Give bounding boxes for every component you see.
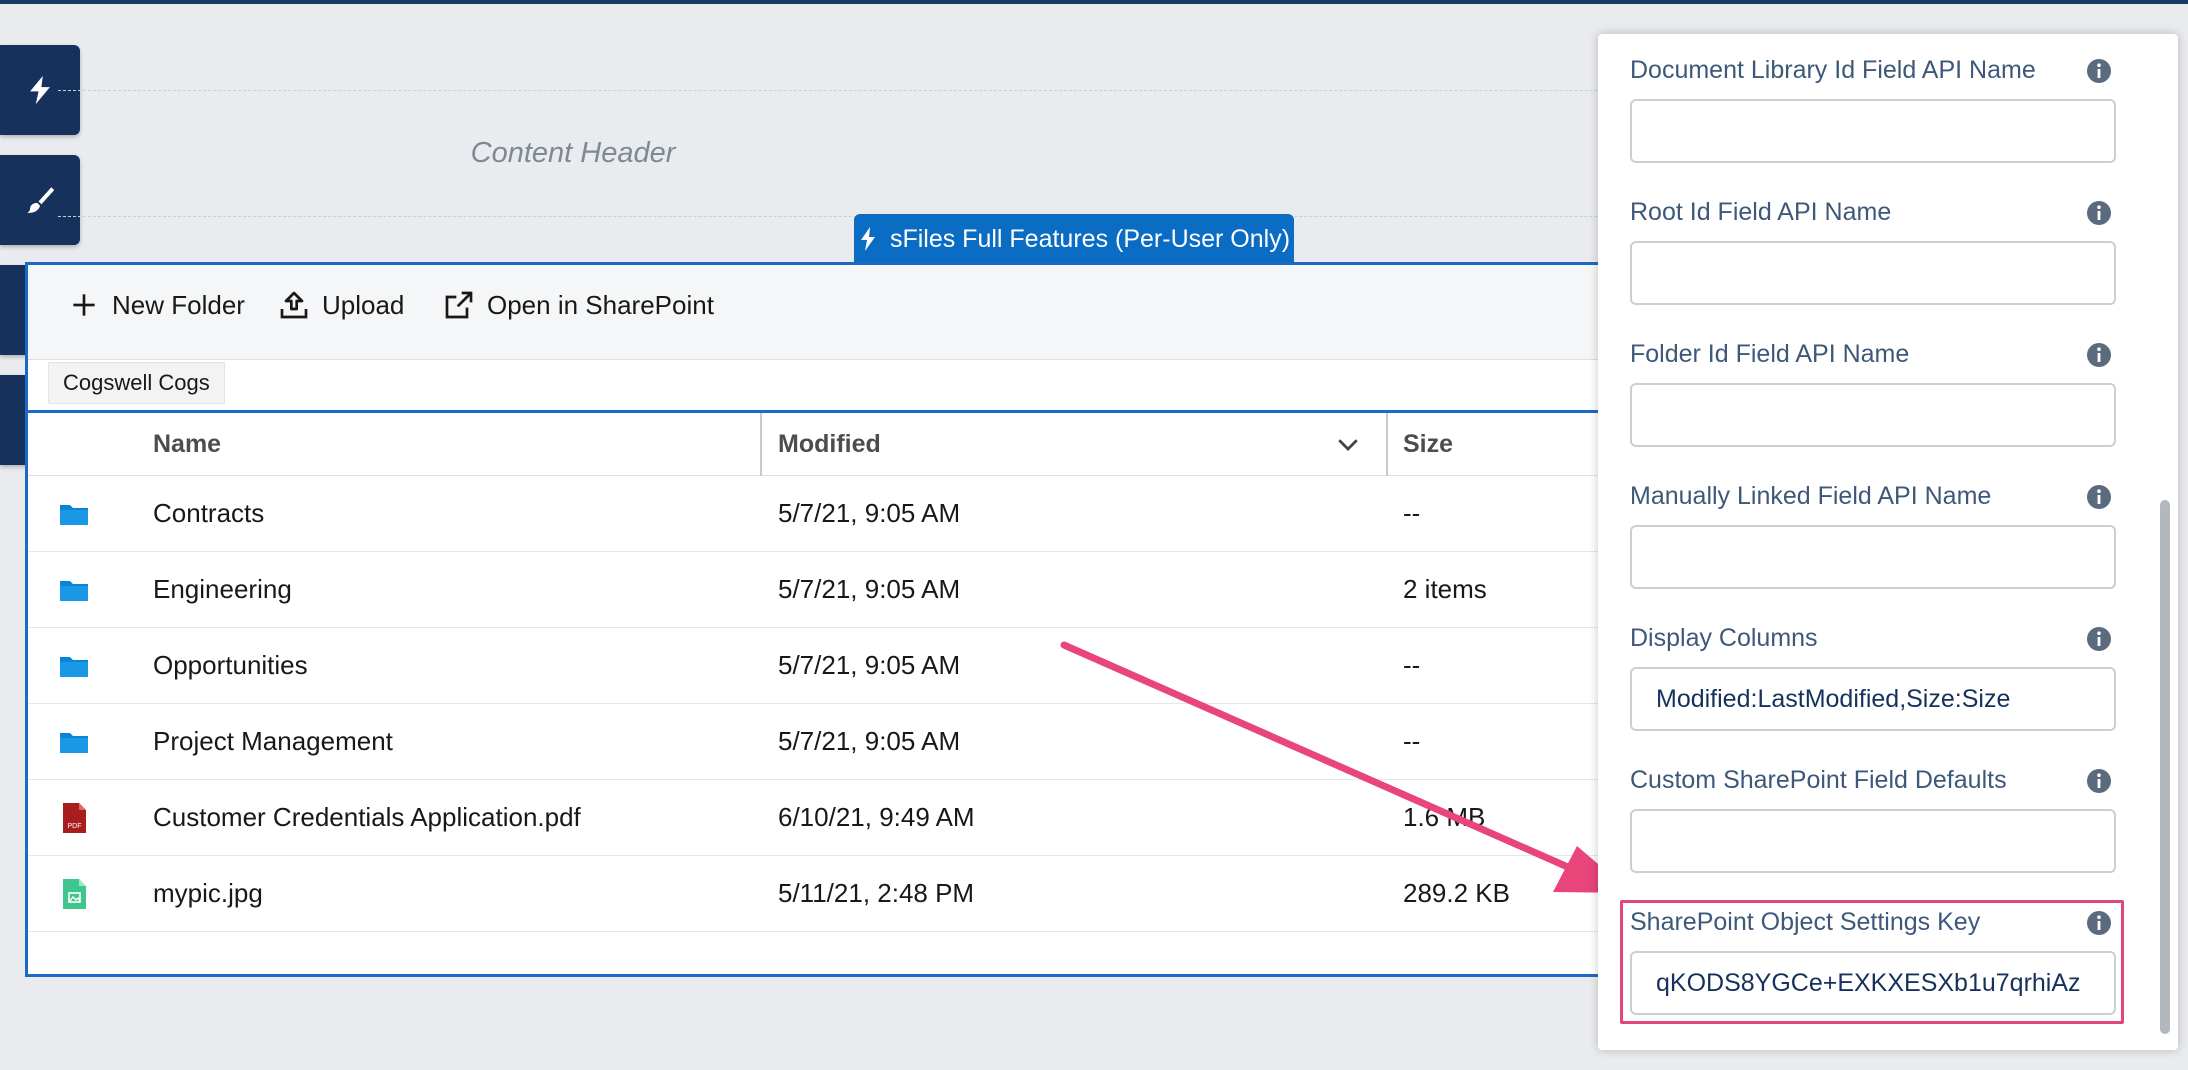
cell-modified: 5/7/21, 9:05 AM (778, 650, 961, 680)
folder-icon (60, 657, 88, 677)
info-icon[interactable] (2086, 768, 2112, 794)
lightning-icon (860, 227, 875, 251)
cell-name[interactable]: Customer Credentials Application.pdf (153, 780, 581, 855)
column-header-modified[interactable]: Modified (778, 413, 881, 476)
cell-name[interactable]: Opportunities (153, 628, 308, 703)
new-folder-label: New Folder (112, 289, 245, 320)
upload-button[interactable]: Upload (278, 289, 404, 321)
info-icon[interactable] (2086, 626, 2112, 652)
settings-panel: Document Library Id Field API Name Root I… (1598, 34, 2178, 1050)
field-label: Root Id Field API Name (1630, 198, 1892, 226)
table-row[interactable]: PDF Customer Credentials Application.pdf 6… (28, 780, 1722, 856)
brush-icon (27, 187, 55, 213)
column-header-size[interactable]: Size (1403, 413, 1453, 476)
table-header: Name Modified Size (28, 410, 1722, 476)
field-label: Display Columns (1630, 624, 1818, 652)
folder-icon (60, 733, 88, 753)
feature-tab[interactable]: sFiles Full Features (Per-User Only) (854, 214, 1294, 264)
table-row[interactable]: Contracts 5/7/21, 9:05 AM -- (28, 476, 1722, 552)
folder-icon (60, 581, 88, 601)
top-border (0, 0, 2188, 4)
cell-name[interactable]: Engineering (153, 552, 292, 627)
scrollbar-thumb[interactable] (2160, 500, 2170, 1034)
breadcrumb[interactable]: Cogswell Cogs (48, 362, 225, 404)
cell-size: -- (1403, 498, 1421, 528)
field-label: Custom SharePoint Field Defaults (1630, 766, 2007, 794)
pdf-badge-text: PDF (68, 823, 82, 830)
column-divider[interactable] (760, 413, 762, 476)
field-input[interactable] (1630, 525, 2116, 589)
field-input[interactable] (1630, 99, 2116, 163)
feature-tab-label: sFiles Full Features (Per-User Only) (889, 224, 1291, 253)
external-link-icon (445, 291, 473, 319)
upload-icon (280, 291, 308, 319)
cell-name[interactable]: Contracts (153, 476, 264, 551)
image-file-icon (63, 879, 86, 909)
upload-label: Upload (322, 289, 405, 320)
chevron-down-icon[interactable] (1333, 429, 1363, 459)
cell-size: -- (1403, 650, 1421, 680)
info-icon[interactable] (2086, 200, 2112, 226)
table-row[interactable]: Engineering 5/7/21, 9:05 AM 2 items (28, 552, 1722, 628)
open-in-sharepoint-label: Open in SharePoint (487, 289, 714, 320)
pdf-file-icon: PDF (63, 803, 86, 833)
column-header-name[interactable]: Name (153, 413, 221, 476)
field-label: Manually Linked Field API Name (1630, 482, 1992, 510)
new-folder-button[interactable]: New Folder (68, 289, 245, 321)
field-input[interactable] (1630, 383, 2116, 447)
content-header-label: Content Header (470, 137, 676, 169)
cell-modified: 6/10/21, 9:49 AM (778, 802, 975, 832)
info-icon[interactable] (2086, 484, 2112, 510)
table-row[interactable]: Opportunities 5/7/21, 9:05 AM -- (28, 628, 1722, 704)
folder-icon (60, 505, 88, 525)
info-icon[interactable] (2086, 58, 2112, 84)
cell-modified: 5/7/21, 9:05 AM (778, 574, 961, 604)
cell-modified: 5/7/21, 9:05 AM (778, 726, 961, 756)
cell-modified: 5/7/21, 9:05 AM (778, 498, 961, 528)
cell-name[interactable]: mypic.jpg (153, 856, 263, 931)
cell-size: 289.2 KB (1403, 878, 1510, 908)
toolbar: New Folder Upload Open in SharePoint (28, 265, 1722, 360)
info-icon[interactable] (2086, 342, 2112, 368)
column-divider[interactable] (1386, 413, 1388, 476)
cell-modified: 5/11/21, 2:48 PM (778, 878, 975, 908)
plus-icon (73, 294, 95, 316)
open-in-sharepoint-button[interactable]: Open in SharePoint (443, 289, 714, 321)
field-input[interactable] (1630, 241, 2116, 305)
cell-name[interactable]: Project Management (153, 704, 393, 779)
highlight-box (1620, 900, 2124, 1024)
file-browser-panel: New Folder Upload Open in SharePoint Cog… (25, 262, 1725, 977)
field-label: Folder Id Field API Name (1630, 340, 1910, 368)
table-row[interactable]: mypic.jpg 5/11/21, 2:48 PM 289.2 KB (28, 856, 1722, 932)
field-input[interactable]: Modified:LastModified,Size:Size (1630, 667, 2116, 731)
cell-size: 1.6 MB (1403, 802, 1486, 832)
cell-size: -- (1403, 726, 1421, 756)
table-row[interactable]: Project Management 5/7/21, 9:05 AM -- (28, 704, 1722, 780)
field-label: Document Library Id Field API Name (1630, 56, 2036, 84)
breadcrumb-label: Cogswell Cogs (63, 370, 210, 395)
field-input[interactable] (1630, 809, 2116, 873)
cell-size: 2 items (1403, 574, 1487, 604)
lightning-icon (30, 75, 50, 105)
